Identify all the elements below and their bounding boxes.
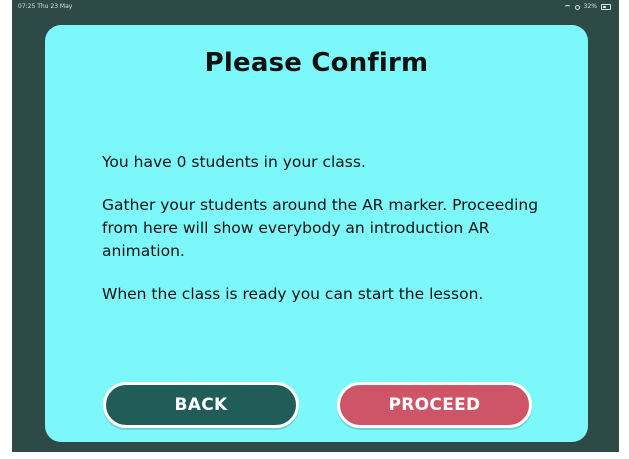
student-count-text: You have 0 students in your class. — [102, 153, 366, 171]
back-button[interactable]: BACK — [103, 382, 299, 428]
status-bar: 07:25 Thu 23 May 32% — [12, 0, 619, 14]
battery-percentage: 32% — [583, 3, 597, 10]
orientation-lock-icon — [574, 4, 580, 10]
status-indicators: 32% — [563, 0, 611, 14]
dialog-title: Please Confirm — [204, 48, 429, 78]
confirm-dialog: Please Confirm You have 0 students in yo… — [45, 25, 588, 442]
app-screen: 07:25 Thu 23 May 32% Please Confirm You … — [12, 0, 619, 452]
proceed-button[interactable]: PROCEED — [337, 382, 532, 428]
dialog-message: You have 0 students in your class. Gathe… — [102, 151, 552, 326]
instruction-text: Gather your students around the AR marke… — [102, 196, 539, 260]
status-time-date: 07:25 Thu 23 May — [18, 3, 73, 10]
ready-text: When the class is ready you can start th… — [102, 285, 484, 303]
wifi-icon — [563, 4, 571, 10]
battery-icon — [601, 4, 611, 10]
